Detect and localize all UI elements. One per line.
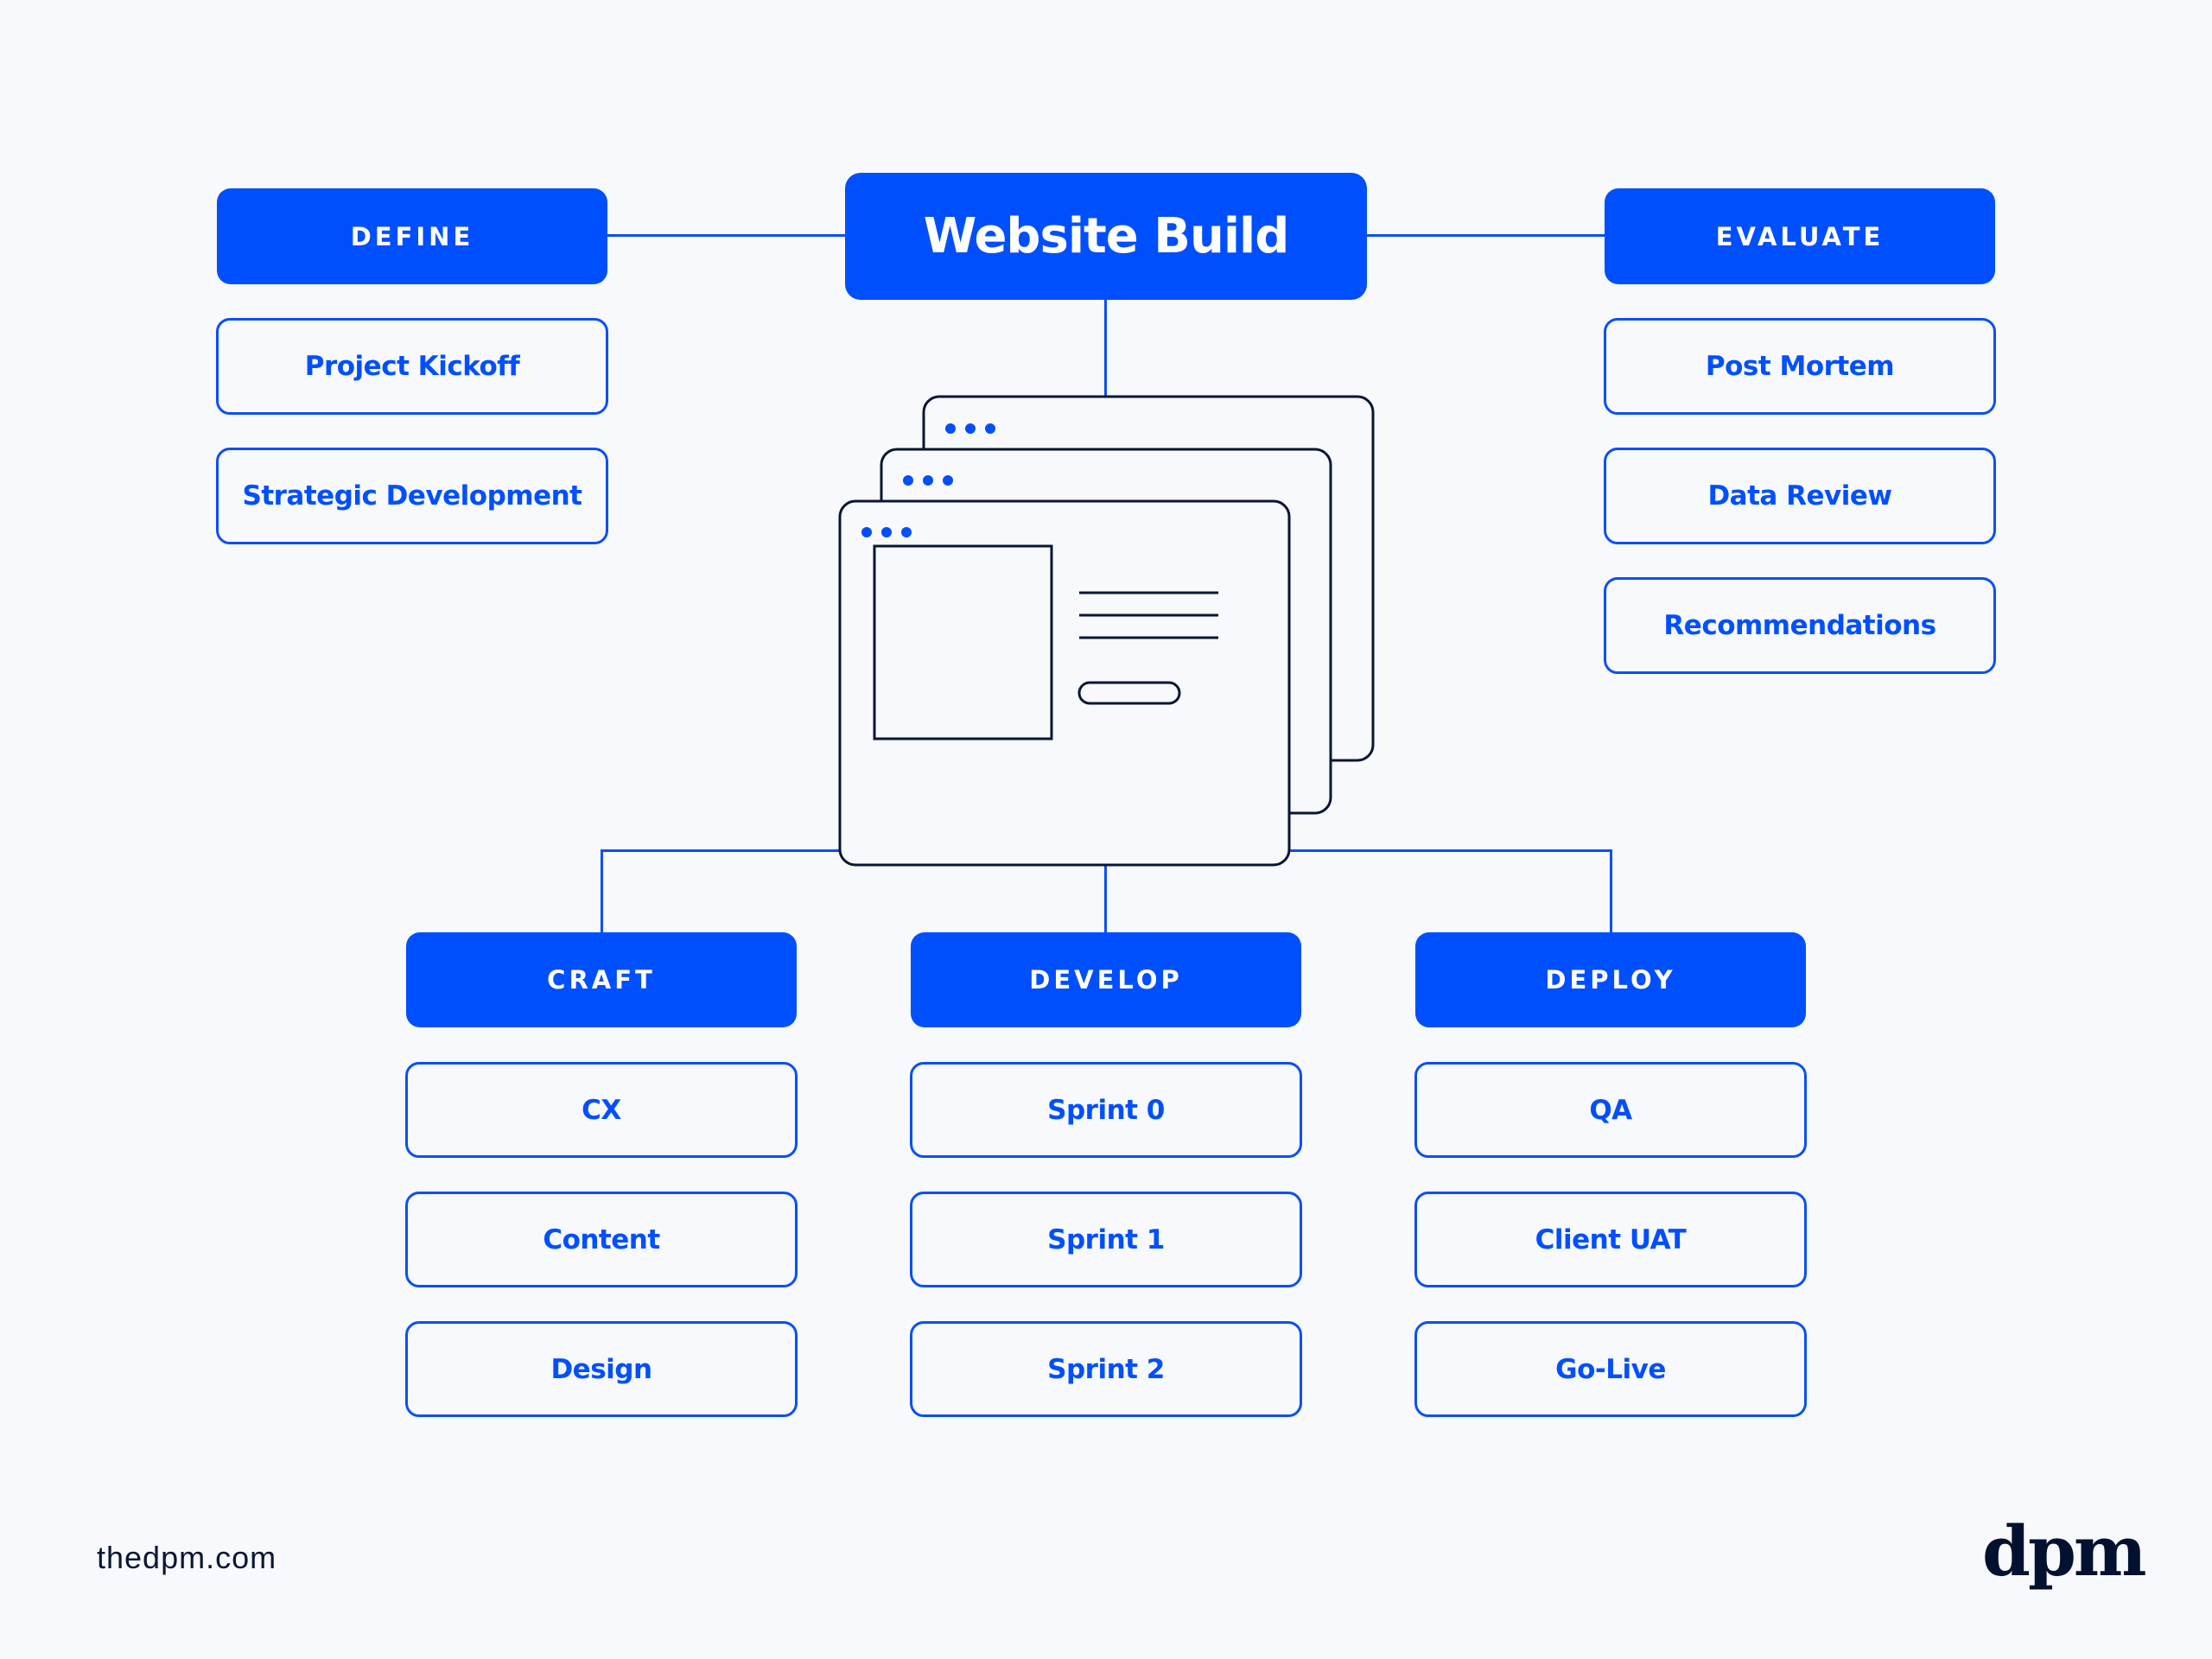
craft-item-design: Design	[405, 1321, 798, 1417]
phase-evaluate-label: EVALUATE	[1715, 221, 1885, 251]
phase-deploy-header: DEPLOY	[1415, 932, 1806, 1027]
define-item-project-kickoff: Project Kickoff	[216, 318, 608, 415]
phase-define-label: DEFINE	[350, 221, 474, 251]
item-label: Client UAT	[1535, 1224, 1687, 1255]
evaluate-item-recommendations: Recommendations	[1604, 577, 1996, 674]
item-label: Data Review	[1707, 480, 1892, 512]
item-label: Go-Live	[1555, 1353, 1666, 1385]
window-dots-front	[861, 527, 912, 537]
item-label: Design	[550, 1353, 652, 1385]
phase-develop-label: DEVELOP	[1029, 965, 1183, 995]
item-label: Sprint 2	[1047, 1353, 1165, 1385]
phase-define-header: DEFINE	[217, 188, 607, 284]
deploy-item-client-uat: Client UAT	[1414, 1192, 1807, 1287]
root-node-website-build: Website Build	[845, 173, 1367, 300]
item-label: Content	[543, 1224, 660, 1255]
craft-item-content: Content	[405, 1192, 798, 1287]
deploy-item-qa: QA	[1414, 1062, 1807, 1158]
item-label: Strategic Development	[242, 480, 583, 512]
root-title: Website Build	[923, 208, 1290, 264]
connector-illustration-branch	[1104, 864, 1107, 933]
item-label: Recommendations	[1663, 610, 1936, 641]
item-label: Project Kickoff	[304, 351, 520, 382]
connector-deploy	[1610, 849, 1612, 933]
footer-url: thedpm.com	[97, 1540, 277, 1575]
item-label: Sprint 1	[1047, 1224, 1165, 1255]
item-label: Sprint 0	[1047, 1094, 1165, 1126]
phase-craft-header: CRAFT	[406, 932, 797, 1027]
window-dots-middle	[903, 475, 953, 486]
define-item-strategic-development: Strategic Development	[216, 448, 608, 544]
evaluate-item-data-review: Data Review	[1604, 448, 1996, 544]
connector-craft	[601, 849, 603, 933]
deploy-item-go-live: Go-Live	[1414, 1321, 1807, 1417]
stacked-browser-windows-icon	[838, 395, 1375, 867]
develop-item-sprint-1: Sprint 1	[910, 1192, 1302, 1287]
phase-craft-label: CRAFT	[547, 965, 656, 995]
dpm-logo: dpm	[1982, 1510, 2147, 1592]
connector-root-evaluate	[1365, 234, 1605, 237]
phase-deploy-label: DEPLOY	[1545, 965, 1676, 995]
item-label: CX	[582, 1094, 621, 1126]
item-label: QA	[1589, 1094, 1632, 1126]
craft-item-cx: CX	[405, 1062, 798, 1158]
phase-develop-header: DEVELOP	[911, 932, 1301, 1027]
evaluate-item-post-mortem: Post Mortem	[1604, 318, 1996, 415]
phase-evaluate-header: EVALUATE	[1605, 188, 1995, 284]
connector-define-root	[607, 234, 847, 237]
browser-window-front	[838, 499, 1291, 867]
window-dots-back	[945, 423, 995, 434]
item-label: Post Mortem	[1705, 351, 1895, 382]
develop-item-sprint-0: Sprint 0	[910, 1062, 1302, 1158]
develop-item-sprint-2: Sprint 2	[910, 1321, 1302, 1417]
